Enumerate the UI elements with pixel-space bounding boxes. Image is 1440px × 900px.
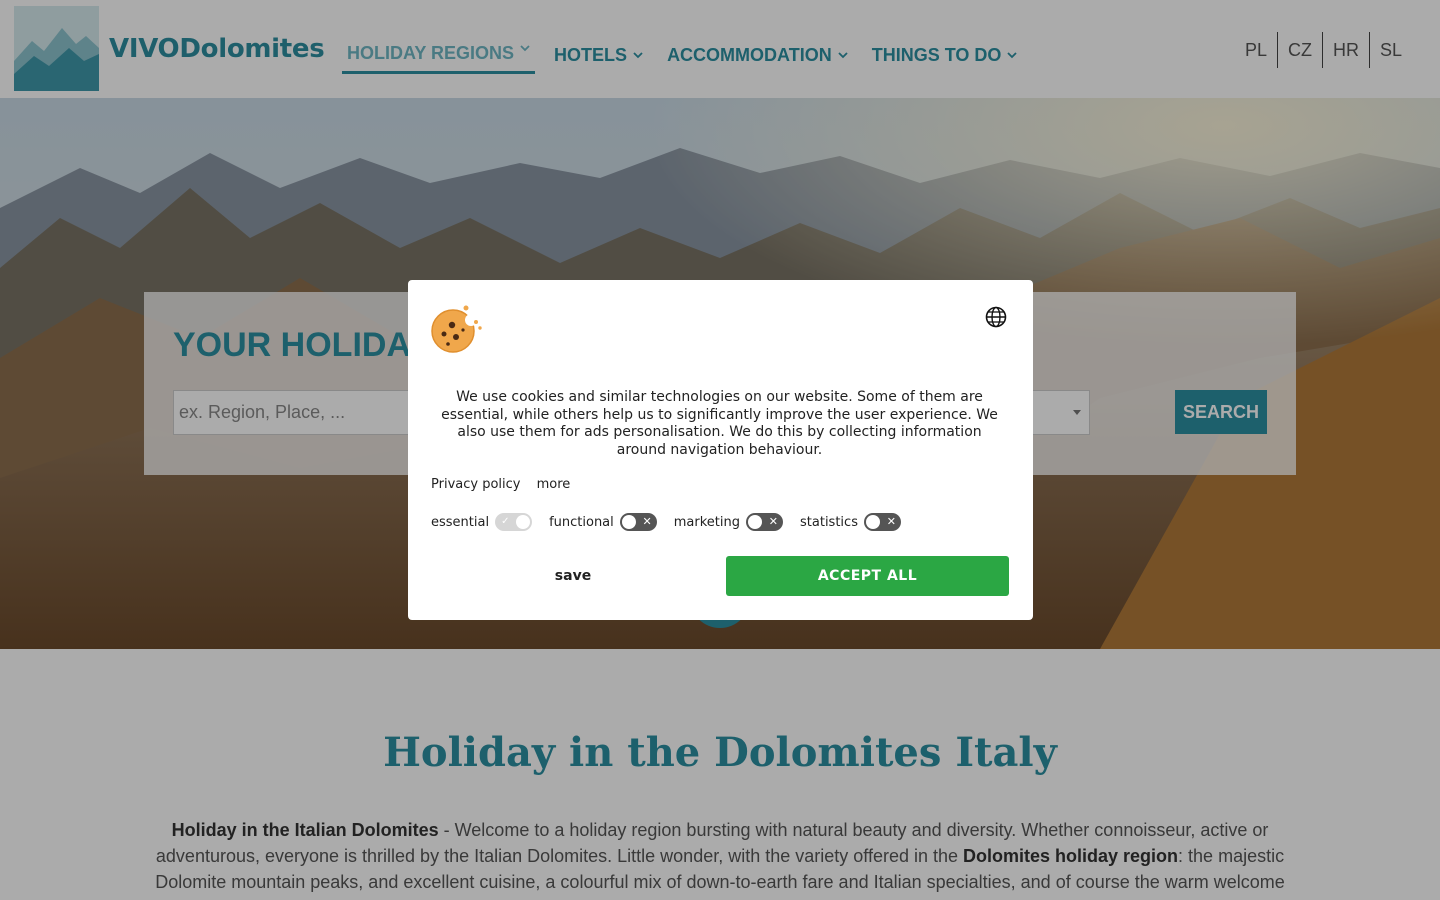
toggle-label: functional: [549, 514, 614, 530]
cookie-description: We use cookies and similar technologies …: [441, 389, 998, 458]
toggle-label: statistics: [800, 514, 858, 530]
close-icon: ✕: [768, 515, 779, 528]
globe-icon[interactable]: [985, 306, 1007, 328]
cookie-toggles: essential ✓ functional ✕ marketing ✕ sta…: [431, 513, 918, 531]
toggle-functional-group: functional ✕: [549, 513, 657, 531]
privacy-policy-link[interactable]: Privacy policy: [431, 477, 520, 492]
essential-toggle: ✓: [495, 513, 533, 531]
check-icon: ✓: [501, 516, 510, 527]
cookie-icon: [431, 304, 483, 354]
toggle-label: marketing: [673, 514, 741, 530]
toggle-marketing-group: marketing ✕: [673, 513, 784, 531]
accept-all-button[interactable]: ACCEPT ALL: [726, 556, 1009, 596]
close-icon: ✕: [642, 515, 652, 528]
toggle-statistics-group: statistics ✕: [800, 513, 901, 531]
statistics-toggle[interactable]: ✕: [863, 513, 901, 531]
marketing-toggle[interactable]: ✕: [746, 513, 784, 531]
more-link[interactable]: more: [537, 477, 571, 492]
cookie-consent-dialog: We use cookies and similar technologies …: [408, 280, 1033, 620]
toggle-label: essential: [431, 514, 490, 530]
save-button[interactable]: save: [432, 556, 714, 596]
close-icon: ✕: [886, 515, 896, 528]
cookie-links: Privacy policy more: [431, 477, 582, 492]
functional-toggle[interactable]: ✕: [619, 513, 657, 531]
toggle-knob: [516, 515, 531, 529]
toggle-knob: [748, 515, 763, 529]
toggle-knob: [621, 515, 636, 529]
toggle-knob: [865, 515, 880, 529]
toggle-essential-group: essential ✓: [431, 513, 533, 531]
